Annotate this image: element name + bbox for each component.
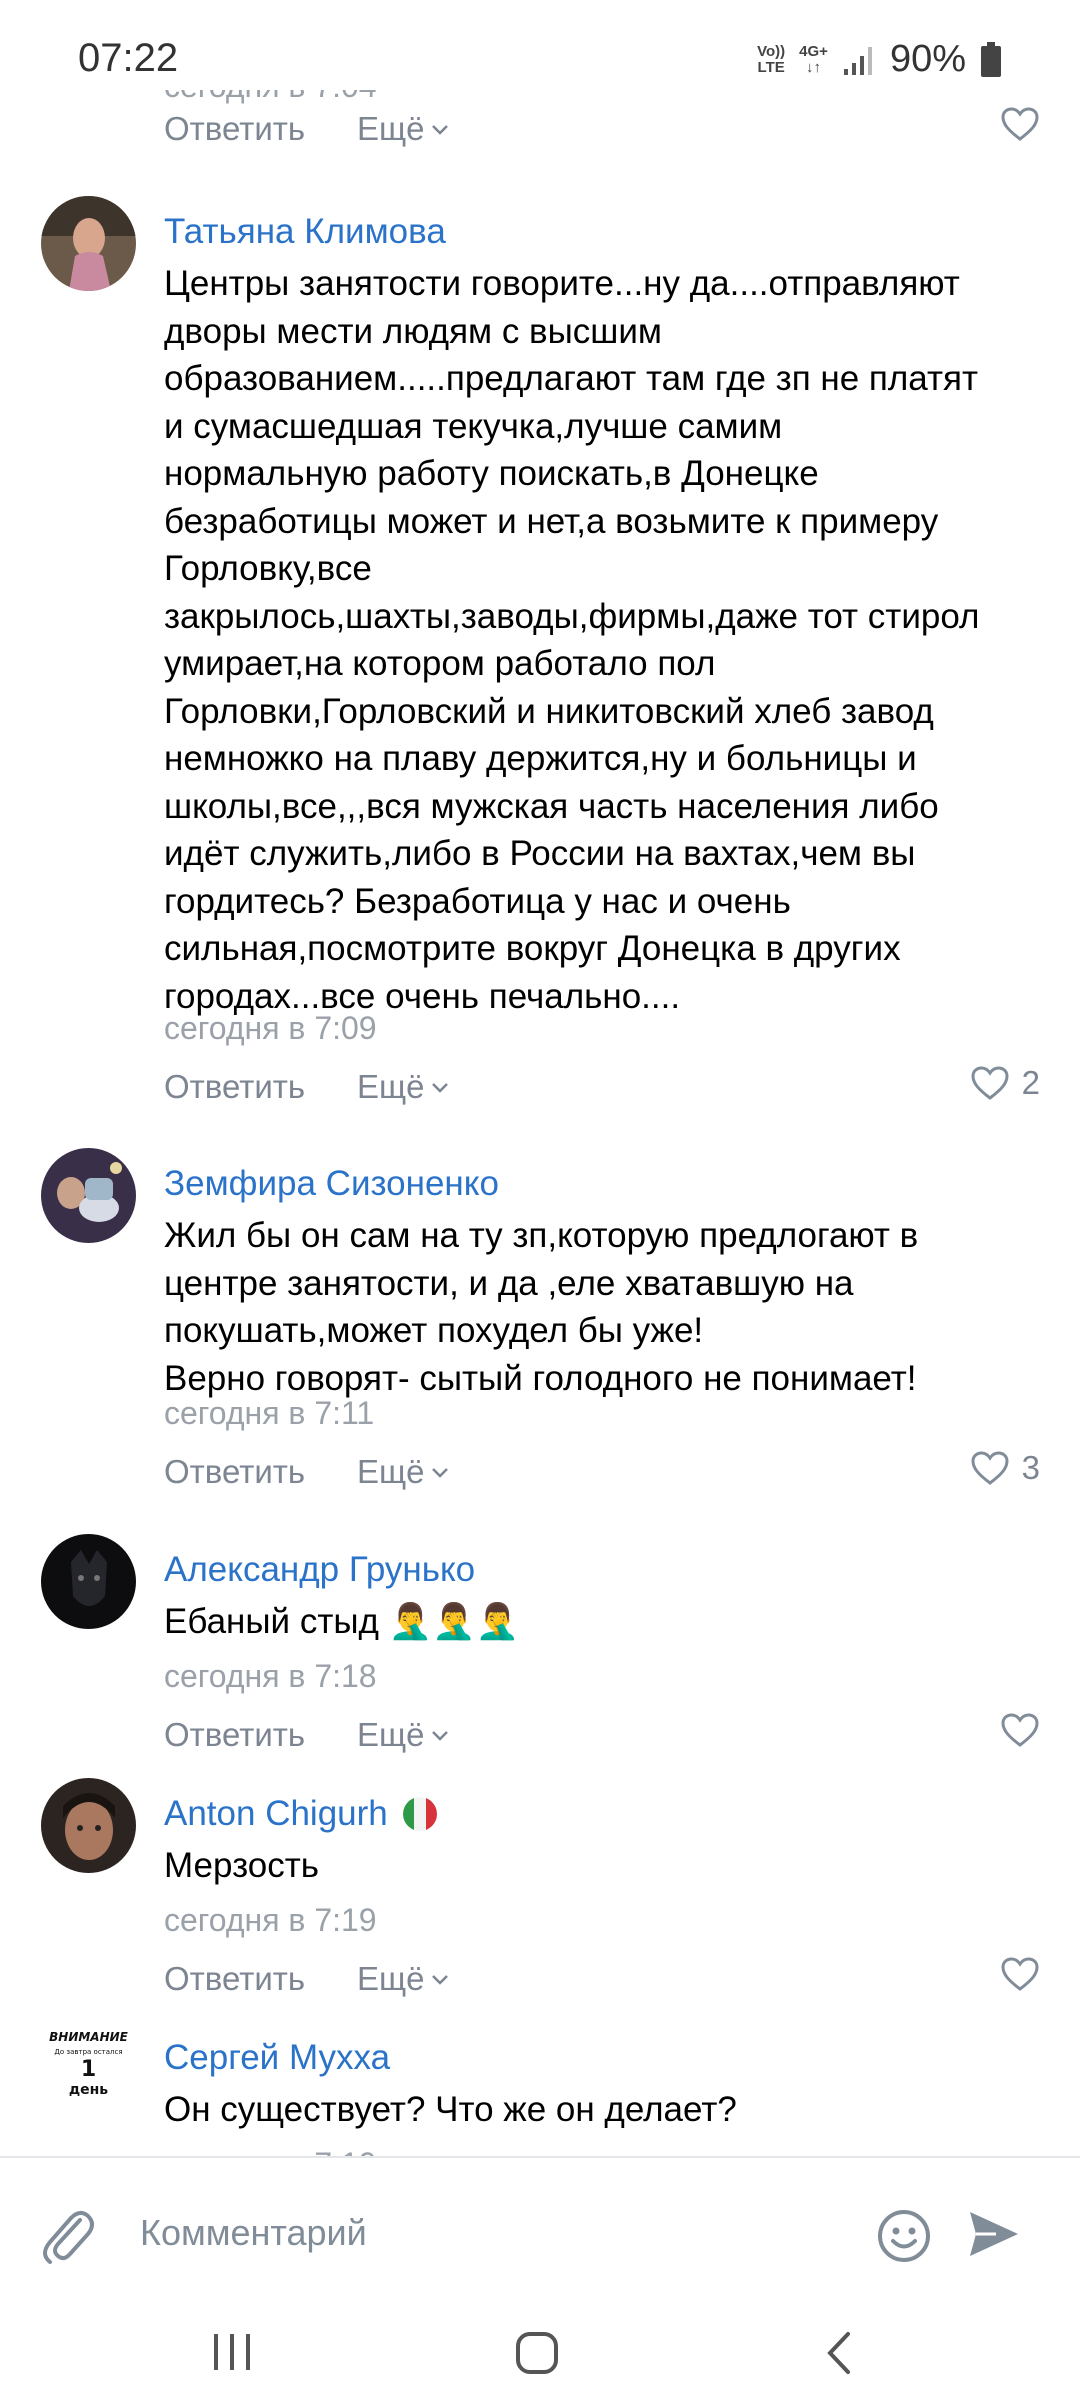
volte-indicator: Vo)) LTE — [757, 42, 786, 76]
italy-flag-icon — [402, 1797, 437, 1831]
recent-apps-icon[interactable] — [210, 2330, 254, 2374]
heart-icon — [971, 1451, 1009, 1485]
battery-percent: 90% — [889, 38, 966, 80]
emoji-icon[interactable] — [876, 2208, 932, 2264]
like-button[interactable] — [1000, 106, 1040, 142]
more-button[interactable]: Ещё — [357, 1453, 451, 1491]
avatar[interactable] — [41, 1778, 136, 1873]
comment-time: сегодня в 7:19 — [164, 1902, 377, 1938]
reply-button[interactable]: Ответить — [164, 1716, 305, 1754]
avatar[interactable] — [41, 1148, 136, 1243]
volte-label: Vo)) — [757, 42, 786, 60]
avatar[interactable] — [41, 196, 136, 291]
more-label: Ещё — [357, 1716, 425, 1753]
more-button[interactable]: Ещё — [357, 1068, 451, 1106]
more-label: Ещё — [357, 1068, 425, 1105]
heart-icon — [971, 1066, 1009, 1100]
comment-author[interactable]: Земфира Сизоненко — [164, 1164, 499, 1204]
chevron-down-icon — [431, 1083, 448, 1093]
comment-author[interactable]: Anton Chigurh — [164, 1794, 388, 1834]
avatar-image — [41, 1534, 136, 1629]
like-count: 2 — [1021, 1064, 1040, 1101]
network-indicator: 4G+ ↓↑ — [799, 42, 828, 76]
lte-label: LTE — [757, 58, 785, 76]
reply-button[interactable]: Ответить — [164, 110, 305, 148]
more-button[interactable]: Ещё — [357, 1960, 451, 1998]
more-button[interactable]: Ещё — [357, 110, 451, 148]
more-label: Ещё — [357, 1960, 425, 1997]
heart-icon — [1001, 107, 1039, 141]
comment-composer — [0, 2156, 1080, 2316]
comment-time: сегодня в 7:04 — [164, 90, 377, 105]
like-button[interactable]: 2 — [970, 1064, 1040, 1102]
comment-text: Жил бы он сам на ту зп,которую предлогаю… — [164, 1216, 919, 1398]
network-type-label: 4G+ — [799, 42, 828, 60]
back-icon[interactable] — [824, 2330, 854, 2376]
comment-time: сегодня в 7:09 — [164, 1010, 377, 1046]
chevron-down-icon — [431, 1731, 448, 1741]
chevron-down-icon — [431, 1975, 448, 1985]
comment-author-row[interactable]: Anton Chigurh — [164, 1794, 438, 1834]
avatar-image: ВНИМАНИЕ До завтра остался 1 день — [41, 2030, 136, 2098]
signal-icon — [843, 46, 872, 75]
comment-actions: Ответить Ещё 3 — [0, 1449, 1080, 1513]
reply-button[interactable]: Ответить — [164, 1068, 305, 1106]
battery-icon — [981, 41, 1001, 77]
status-time: 07:22 — [78, 36, 179, 80]
home-icon[interactable] — [514, 2330, 560, 2376]
comment-input[interactable] — [140, 2198, 840, 2268]
comment-text: Ебаный стыд 🤦‍♂️🤦‍♂️🤦‍♂️ — [164, 1602, 520, 1641]
chevron-down-icon — [431, 1468, 448, 1478]
comment-text: Мерзость — [164, 1846, 319, 1885]
comment-author[interactable]: Татьяна Климова — [164, 212, 446, 252]
heart-icon — [1001, 1713, 1039, 1747]
avatar-caption: день — [68, 2082, 109, 2098]
comment-text: Он существует? Что же он делает? — [164, 2090, 737, 2129]
network-activity-label: ↓↑ — [806, 58, 822, 76]
avatar-image — [41, 1148, 136, 1243]
reply-button[interactable]: Ответить — [164, 1960, 305, 1998]
comment-text: Центры занятости говорите...ну да....отп… — [164, 264, 980, 1016]
more-label: Ещё — [357, 1453, 425, 1490]
avatar-caption: ВНИМАНИЕ — [49, 2030, 128, 2044]
avatar[interactable] — [41, 1534, 136, 1629]
avatar-image — [41, 196, 136, 291]
chevron-down-icon — [431, 125, 448, 135]
avatar[interactable]: ВНИМАНИЕ До завтра остался 1 день — [41, 2026, 136, 2121]
avatar-caption: До завтра остался — [54, 2048, 123, 2056]
avatar-image — [41, 1778, 136, 1873]
attach-icon[interactable] — [36, 2200, 94, 2266]
heart-icon — [1001, 1957, 1039, 1991]
comments-feed[interactable]: сегодня в 7:04 Ответить Ещё Татьяна Клим… — [0, 90, 1080, 2156]
status-bar: 07:22 Vo)) LTE 4G+ ↓↑ 90% — [0, 0, 1080, 90]
avatar-caption: 1 — [80, 2057, 97, 2082]
like-count: 3 — [1021, 1449, 1040, 1486]
more-label: Ещё — [357, 110, 425, 147]
like-button[interactable] — [1000, 1712, 1040, 1748]
system-navigation-bar — [0, 2316, 1080, 2400]
comment-time: сегодня в 7:18 — [164, 1658, 377, 1694]
comment-actions: Ответить Ещё — [0, 107, 1080, 170]
comment-actions: Ответить Ещё — [0, 1713, 1080, 1776]
comment-author[interactable]: Александр Грунько — [164, 1550, 475, 1590]
reply-button[interactable]: Ответить — [164, 1453, 305, 1491]
comment-time: сегодня в 7:11 — [164, 1395, 375, 1431]
like-button[interactable] — [1000, 1956, 1040, 1992]
comment-author[interactable]: Сергей Мухха — [164, 2038, 390, 2078]
comment-time: сегодня в 7:19 — [164, 2146, 377, 2156]
comment-actions: Ответить Ещё 2 — [0, 1064, 1080, 1128]
previous-comment-actions: сегодня в 7:04 Ответить Ещё — [0, 90, 1080, 180]
comment-actions: Ответить Ещё — [0, 1957, 1080, 2020]
like-button[interactable]: 3 — [970, 1449, 1040, 1487]
status-indicators: Vo)) LTE 4G+ ↓↑ 90% — [757, 38, 1002, 81]
send-icon[interactable] — [966, 2206, 1022, 2262]
more-button[interactable]: Ещё — [357, 1716, 451, 1754]
